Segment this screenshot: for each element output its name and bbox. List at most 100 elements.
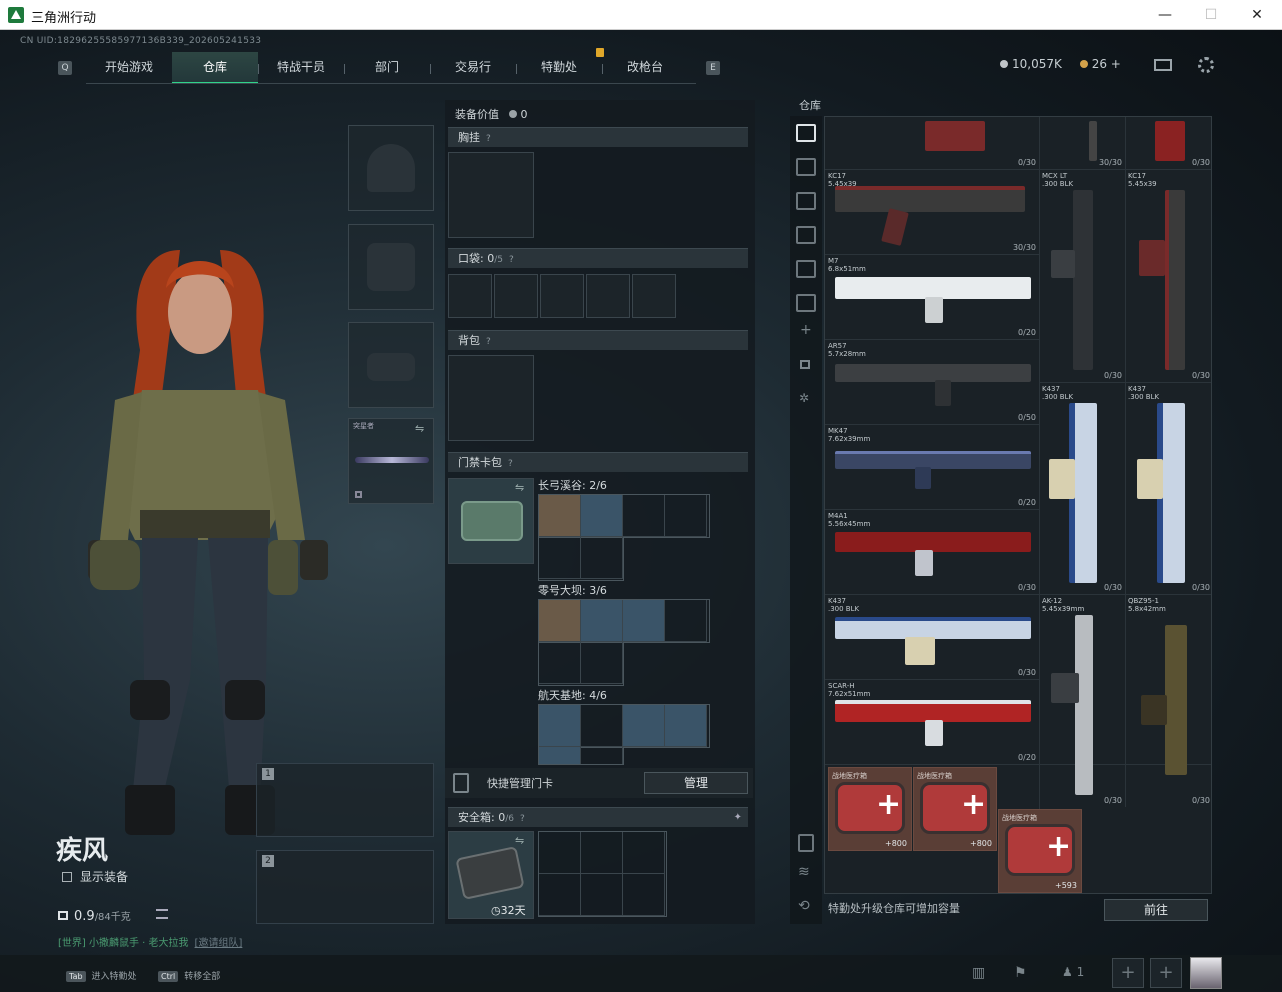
melee-slot[interactable]: 突星者 ⇋ [348,418,434,504]
add-tab-icon[interactable]: + [800,322,812,338]
weapon-item[interactable]: K437.300 BLK 0/30 [825,595,1039,679]
operator-character-figure [88,250,328,835]
go-to-special-ops-button[interactable]: 前往 [1104,899,1208,921]
add-teammate-button[interactable]: + [1150,958,1182,988]
help-icon[interactable]: ? [486,134,491,144]
weapon-item[interactable]: 30/30 [1039,117,1125,169]
chat-line: [世界] 小撒麟鼠手 · 老大拉我 [邀请组队] [58,938,243,949]
swap-icon[interactable]: ⇋ [515,481,524,494]
help-icon[interactable]: ? [509,255,514,265]
help-icon[interactable]: ? [520,814,525,824]
backpack-slot[interactable] [448,355,534,441]
storage-tab-icon[interactable] [796,192,816,210]
safe-box-grid[interactable] [538,831,667,917]
weapon-item[interactable]: K437.300 BLK 0/30 [1039,383,1125,594]
safe-box-header: 安全箱: 0/6? ✦ [448,807,748,827]
keycard-grid-1[interactable] [538,494,710,538]
pocket-slot[interactable] [540,274,584,318]
keycard-grid-3[interactable] [538,704,710,748]
list-icon[interactable] [156,909,168,919]
sort-icon[interactable] [798,834,814,852]
tab-operators[interactable]: 特战干员 [258,52,344,84]
keycard-case-header: 门禁卡包? [448,452,748,472]
nav-right-key-icon[interactable]: E [706,61,720,75]
maximize-button[interactable]: ☐ [1188,3,1234,27]
help-icon[interactable]: ? [486,337,491,347]
weapon-item[interactable]: MCX LT .300 BLK 0/30 [1039,170,1125,382]
clock-icon: ◷ [491,904,501,917]
add-ticket-button[interactable]: + [1111,57,1121,71]
friends-count[interactable]: ♟ 1 [1062,965,1084,979]
all-items-tab-icon[interactable] [796,124,816,142]
weapon-item[interactable]: K437.300 BLK 0/30 [1125,383,1211,594]
layers-icon[interactable]: ≋ [798,864,810,880]
help-icon[interactable]: ? [508,459,513,469]
medkit-item[interactable]: 战地医疗箱+800 [828,767,912,851]
weapon-item[interactable]: 0/30 [1125,117,1211,169]
weapon-item[interactable]: M4A1 5.56x45mm 0/30 [825,510,1039,594]
chest-rig-slot[interactable] [448,152,534,238]
storage-tab-icon[interactable] [796,226,816,244]
tidy-icon[interactable]: ⟲ [798,898,810,914]
manage-keycards-button[interactable]: 管理 [644,772,748,794]
primary-weapon-slot-1[interactable]: 1 [256,763,434,837]
tab-gunsmith[interactable]: 改枪台 [602,52,688,84]
ticket-balance[interactable]: 26 + [1079,57,1121,71]
weapon-item[interactable]: MK47 7.62x39mm 0/20 [825,425,1039,509]
player-avatar[interactable] [1190,957,1222,989]
primary-weapon-slot-2[interactable]: 2 [256,850,434,924]
settings-icon[interactable]: ✲ [799,391,809,405]
minimize-button[interactable]: — [1142,3,1188,27]
safe-box-item[interactable]: ⇋ ◷32天 [448,831,534,919]
helmet-slot[interactable] [348,125,434,211]
enter-special-ops-hint[interactable]: Tab 进入特勤处 [66,969,137,982]
lock-icon [800,360,810,369]
transfer-all-hint[interactable]: Ctrl 转移全部 [158,969,220,982]
medkit-item[interactable]: 战地医疗箱+800 [913,767,997,851]
storage-grid: 0/30 30/30 0/30 KC17 5.45x39 30/30 MCX LT.… [824,116,1212,894]
pin-icon[interactable]: ✦ [734,808,742,828]
weapon-item[interactable]: KC17 5.45x39 30/30 [825,170,1039,254]
weapon-item[interactable]: M7 6.8x51mm 0/20 [825,255,1039,339]
tab-warehouse[interactable]: 仓库 [172,52,258,84]
knife-icon [355,457,429,463]
flag-icon[interactable]: ⚑ [1014,965,1027,981]
weapon-item[interactable]: AK-12 5.45x39mm 0/30 [1039,595,1125,807]
add-teammate-button[interactable]: + [1112,958,1144,988]
pocket-slot[interactable] [494,274,538,318]
invite-team-link[interactable]: [邀请组队] [195,938,243,949]
armor-slot[interactable] [348,224,434,310]
weapon-item[interactable]: 0/30 [825,117,1039,169]
storage-tab-icon[interactable] [796,294,816,312]
tab-start-game[interactable]: 开始游戏 [86,52,172,84]
keycard-grid-2[interactable] [538,599,710,643]
pistol-slot[interactable] [348,322,434,408]
storage-tab-icon[interactable] [796,158,816,176]
weapon-item[interactable]: QBZ95-1 5.8x42mm 0/30 [1125,595,1211,807]
nav-left-key-icon[interactable]: Q [58,61,72,75]
tab-department[interactable]: 部门 [344,52,430,84]
bottom-bar: Tab 进入特勤处 Ctrl 转移全部 ▥ ⚑ ♟ 1 + + [0,955,1282,992]
close-button[interactable]: ✕ [1234,3,1280,27]
medkit-item[interactable]: 战地医疗箱+593 [998,809,1082,893]
swap-icon[interactable]: ⇋ [415,422,424,435]
weapon-item[interactable]: SCAR-H 7.62x51mm 0/20 [825,680,1039,764]
keycard-case-item[interactable]: ⇋ [448,478,534,564]
stats-chart-icon[interactable]: ▥ [972,965,985,981]
show-equipment-toggle[interactable]: 显示装备 [62,868,128,885]
pocket-slot[interactable] [632,274,676,318]
tab-special-ops[interactable]: 特勤处 [516,52,602,84]
operator-name: 疾风 [56,836,109,866]
pocket-slot[interactable] [448,274,492,318]
mail-icon[interactable] [1154,59,1172,71]
weapon-item[interactable]: AR57 5.7x28mm 0/50 [825,340,1039,424]
main-nav: Q 开始游戏 仓库 特战干员 部门 交易行 特勤处 改枪台 E [56,52,726,84]
coin-balance[interactable]: 10,057K [1000,57,1062,71]
weapon-item[interactable]: KC17 5.45x39 0/30 [1125,170,1211,382]
checkbox-icon[interactable] [62,872,72,882]
settings-gear-icon[interactable] [1198,57,1214,73]
pocket-slot[interactable] [586,274,630,318]
swap-icon[interactable]: ⇋ [515,834,524,847]
tab-market[interactable]: 交易行 [430,52,516,84]
storage-tab-icon[interactable] [796,260,816,278]
